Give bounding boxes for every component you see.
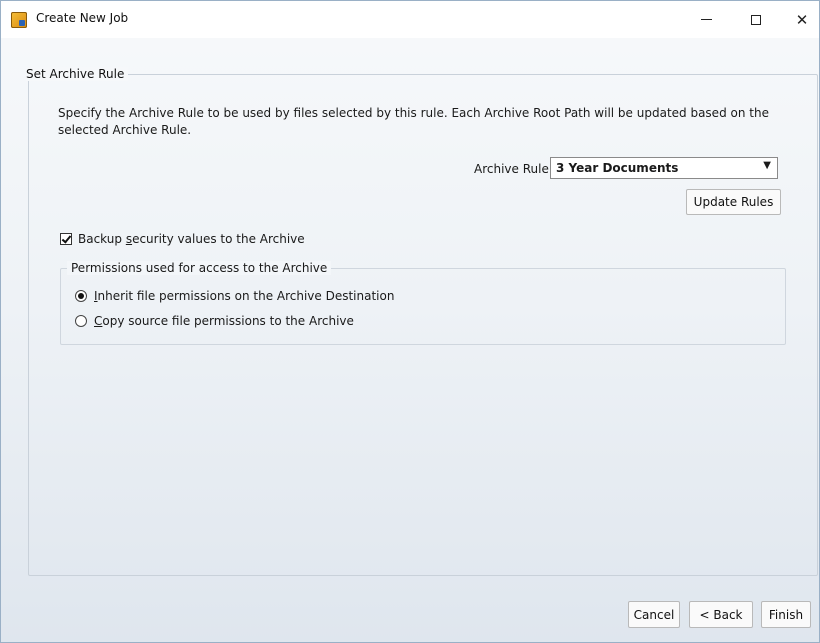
maximize-icon <box>751 14 761 25</box>
copy-permissions-option[interactable]: Copy source file permissions to the Arch… <box>75 314 354 328</box>
archive-rule-value: 3 Year Documents <box>556 161 679 175</box>
window-title: Create New Job <box>36 11 129 25</box>
backup-label-part: ecurity values to the Archive <box>132 232 305 246</box>
permissions-group-legend: Permissions used for access to the Archi… <box>67 261 332 275</box>
close-button[interactable]: ✕ <box>779 1 820 38</box>
update-rules-button[interactable]: Update Rules <box>686 189 781 215</box>
backup-security-label: Backup security values to the Archive <box>78 232 305 246</box>
cancel-button[interactable]: Cancel <box>628 601 680 628</box>
title-bar: Create New Job ✕ <box>1 1 819 38</box>
backup-security-row[interactable]: Backup security values to the Archive <box>60 232 305 246</box>
maximize-button[interactable] <box>733 1 779 38</box>
archive-rule-select[interactable]: 3 Year Documents ▼ <box>550 157 778 179</box>
minimize-icon <box>700 19 712 20</box>
backup-security-checkbox[interactable] <box>60 233 72 245</box>
copy-label-rest: opy source file permissions to the Archi… <box>102 314 354 328</box>
inherit-permissions-radio[interactable] <box>75 290 87 302</box>
dropdown-arrow-icon: ▼ <box>763 160 771 171</box>
archive-rule-description: Specify the Archive Rule to be used by f… <box>58 106 769 137</box>
app-icon <box>11 12 27 28</box>
inherit-permissions-option[interactable]: Inherit file permissions on the Archive … <box>75 289 394 303</box>
create-new-job-window: Create New Job ✕ Set Archive Rule Specif… <box>0 0 820 643</box>
copy-permissions-label: Copy source file permissions to the Arch… <box>94 314 354 328</box>
copy-permissions-radio[interactable] <box>75 315 87 327</box>
backup-label-part: Backup <box>78 232 126 246</box>
permissions-group: Permissions used for access to the Archi… <box>60 261 786 345</box>
minimize-button[interactable] <box>683 1 729 38</box>
archive-rule-group: Set Archive Rule Specify the Archive Rul… <box>26 67 818 576</box>
inherit-permissions-label: Inherit file permissions on the Archive … <box>94 289 394 303</box>
inherit-label-rest: nherit file permissions on the Archive D… <box>97 289 395 303</box>
archive-rule-group-legend: Set Archive Rule <box>26 67 129 81</box>
archive-rule-label: Archive Rule <box>474 162 549 176</box>
finish-button[interactable]: Finish <box>761 601 811 628</box>
close-icon: ✕ <box>795 10 809 29</box>
back-button[interactable]: < Back <box>689 601 753 628</box>
